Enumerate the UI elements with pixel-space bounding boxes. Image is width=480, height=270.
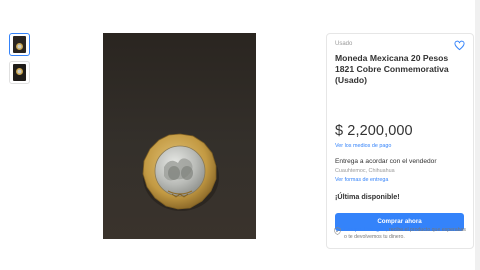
thumbnail-1[interactable] [9, 33, 30, 56]
product-price: $ 2,200,000 [335, 123, 413, 139]
thumbnail-image [13, 36, 26, 53]
gallery-thumbnails [9, 33, 31, 89]
protection-text: Compra Protegida, recibe el producto que… [344, 227, 468, 241]
main-product-image[interactable] [103, 33, 256, 239]
protection-link[interactable]: Compra Protegida [344, 227, 386, 233]
product-title: Moneda Mexicana 20 Pesos 1821 Cobre Conm… [335, 53, 449, 85]
condition-label: Usado [335, 41, 353, 47]
shipping-info: Entrega a acordar con el vendedor [335, 158, 437, 165]
purchase-protection: Compra Protegida, recibe el producto que… [326, 225, 474, 247]
thumbnail-image [13, 64, 26, 81]
stock-status: ¡Última disponible! [335, 192, 400, 201]
purchase-panel: Usado Moneda Mexicana 20 Pesos 1821 Cobr… [326, 33, 474, 249]
shipping-methods-link[interactable]: Ver formas de entrega [335, 177, 388, 183]
shield-icon [334, 227, 341, 235]
scrollbar-track[interactable] [475, 0, 480, 270]
heart-icon[interactable] [454, 40, 465, 51]
seller-location: Cuauhtemoc, Chihuahua [335, 168, 395, 174]
coin-image [142, 133, 219, 211]
thumbnail-2[interactable] [9, 61, 30, 84]
payment-methods-link[interactable]: Ver los medios de pago [335, 143, 391, 149]
